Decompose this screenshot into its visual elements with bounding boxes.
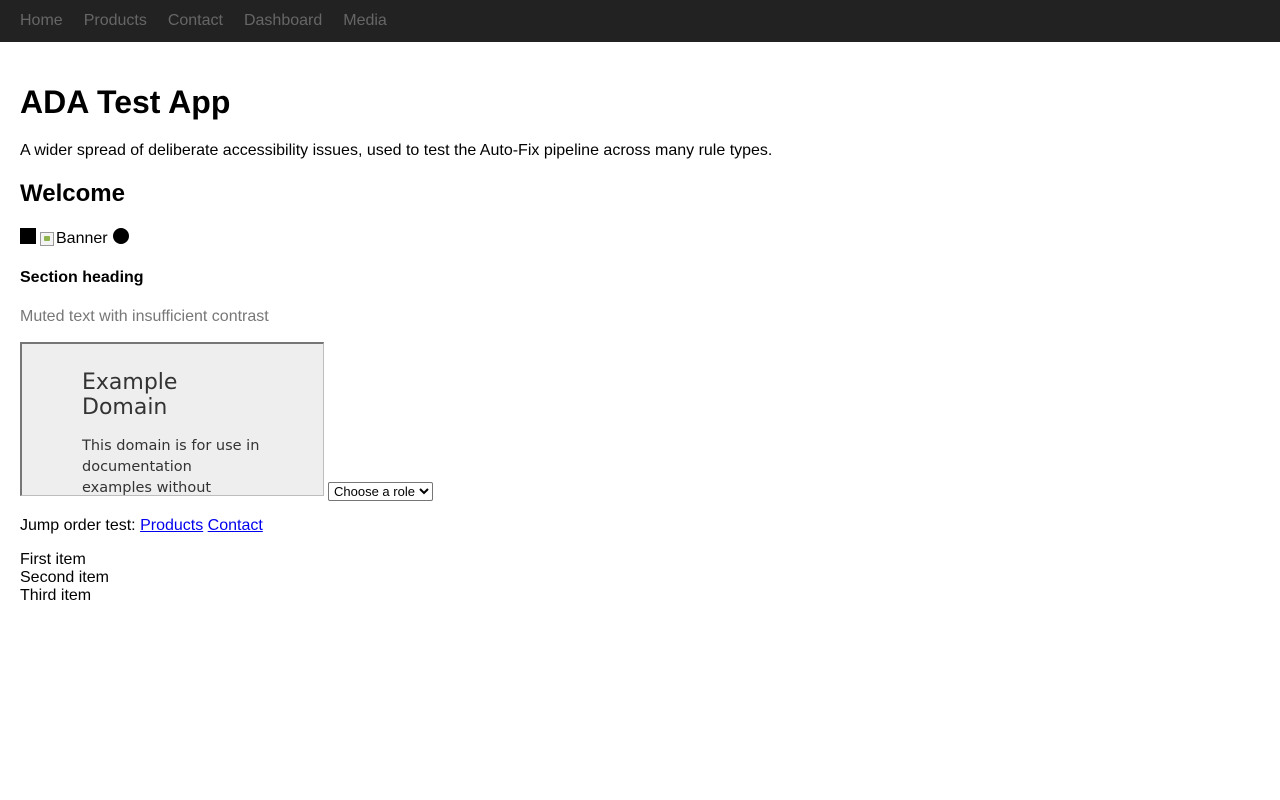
banner-image: Banner [40, 230, 108, 248]
list-item: Third item [20, 587, 92, 604]
broken-image-icon [40, 232, 54, 246]
list-item: Second item [20, 569, 109, 586]
nav-products-link[interactable]: Products [84, 0, 147, 42]
section-heading: Section heading [20, 269, 144, 286]
top-nav: Home Products Contact Dashboard Media [0, 0, 1280, 42]
muted-text: Muted text with insufficient contrast [20, 308, 269, 325]
iframe-content: Example Domain This domain is for use in… [22, 344, 262, 496]
welcome-heading: Welcome [20, 180, 125, 207]
embedded-iframe[interactable]: Example Domain This domain is for use in… [20, 342, 324, 496]
banner-alt-text: Banner [56, 230, 108, 247]
black-circle-icon [112, 228, 129, 244]
intro-text: A wider spread of deliberate accessibili… [20, 142, 773, 159]
jump-order-test: Jump order test: Products Contact [20, 517, 263, 535]
role-select[interactable]: Choose a role [328, 482, 433, 501]
list-item: First item [20, 551, 86, 568]
jump-contact-link[interactable]: Contact [208, 517, 263, 534]
nav-contact-link[interactable]: Contact [168, 0, 223, 42]
iframe-title: Example Domain [82, 370, 178, 420]
page-title: ADA Test App [20, 84, 231, 120]
icons-row: Banner [20, 228, 129, 248]
nav-media-link[interactable]: Media [343, 0, 387, 42]
nav-dashboard-link[interactable]: Dashboard [244, 0, 322, 42]
nav-home-link[interactable]: Home [20, 0, 63, 42]
item-list: First item Second item Third item [20, 551, 109, 605]
jump-products-link[interactable]: Products [140, 517, 203, 534]
black-square-icon [20, 228, 36, 244]
jump-label: Jump order test: [20, 517, 136, 534]
iframe-text: This domain is for use in documentation … [82, 438, 260, 496]
